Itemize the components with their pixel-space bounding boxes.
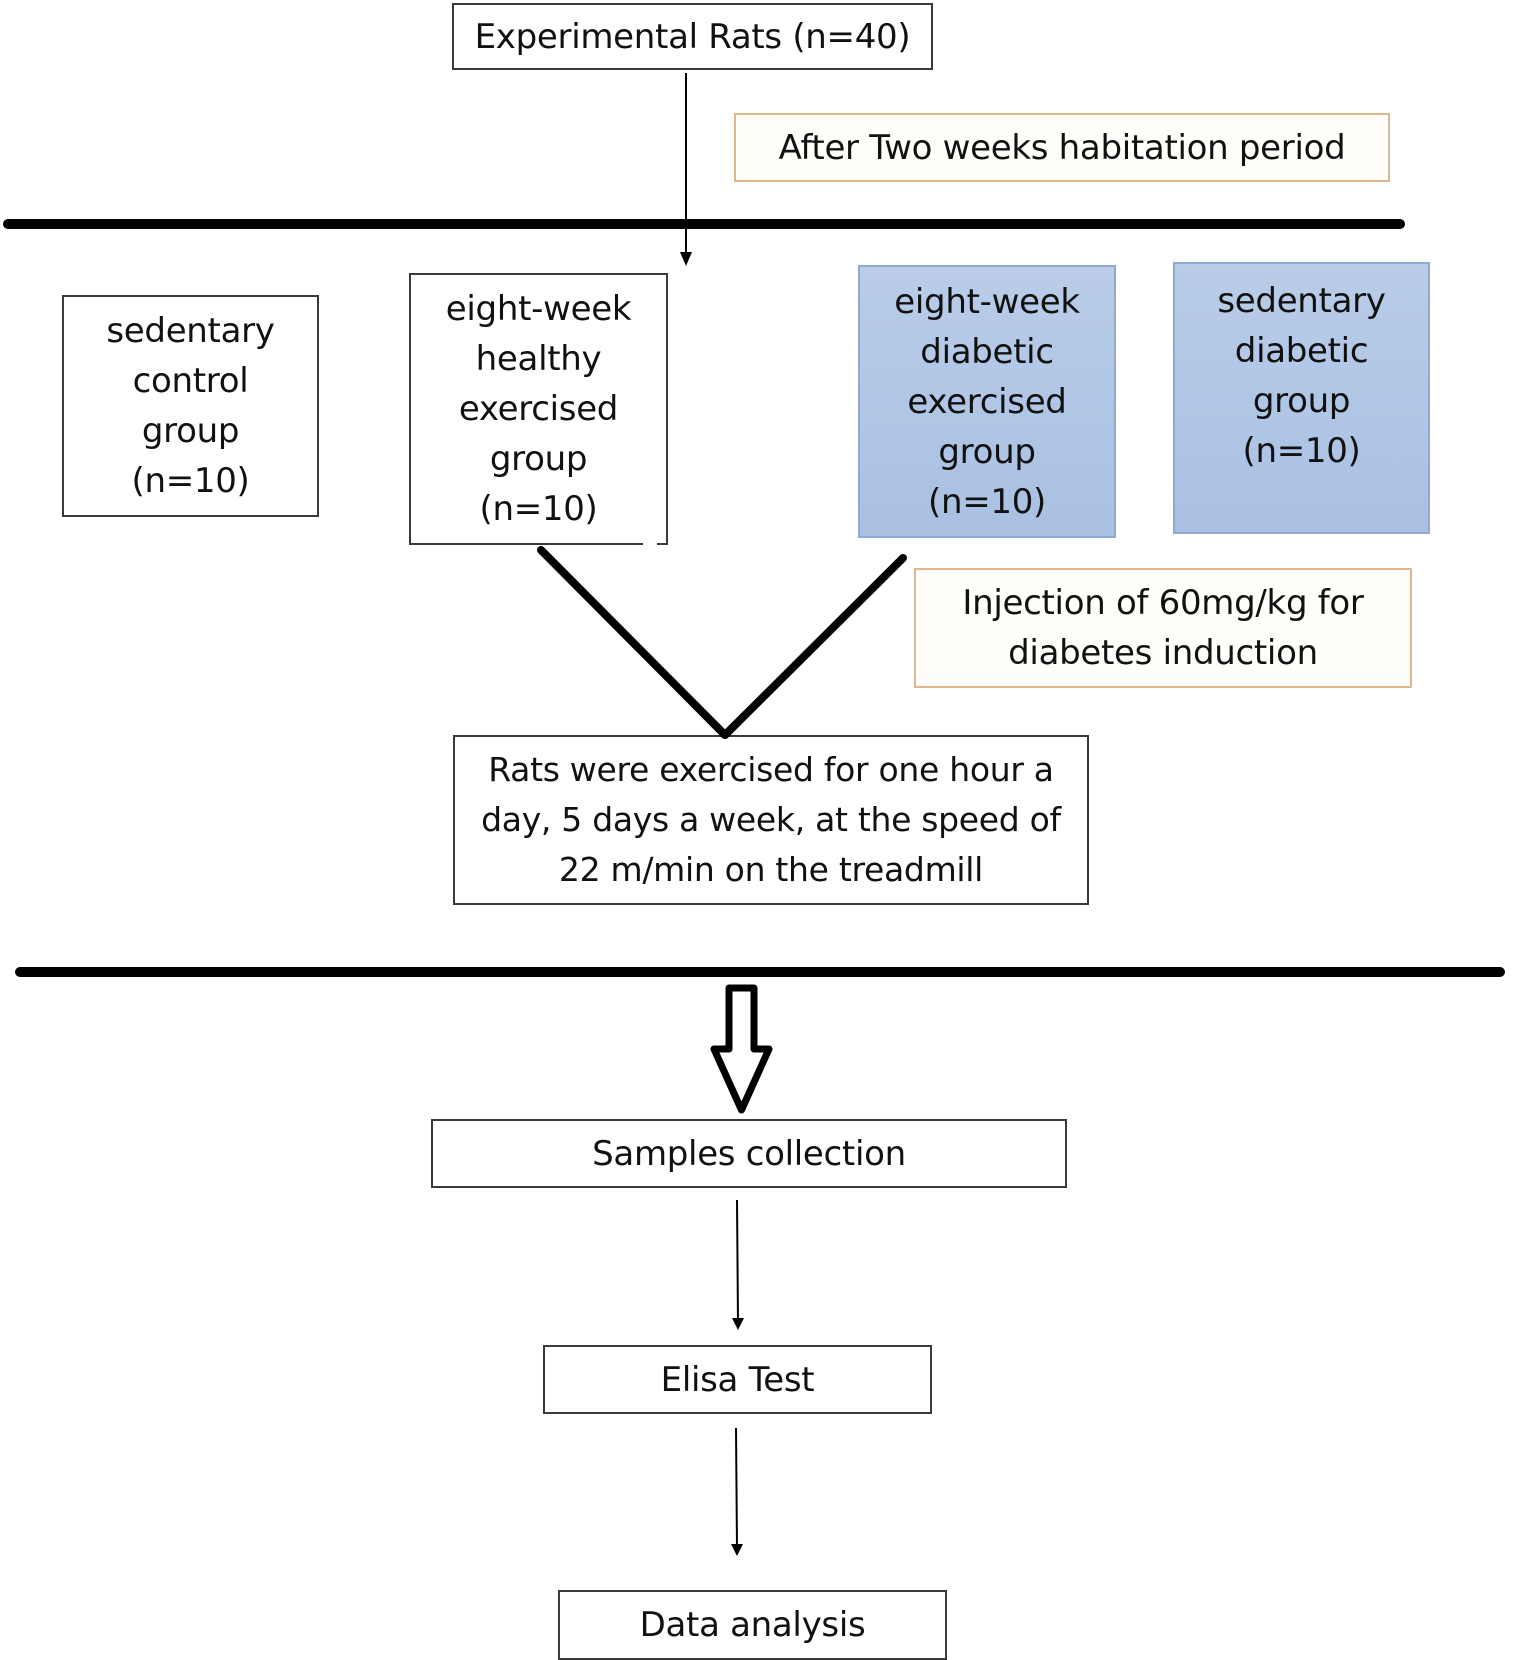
group-box-healthy-exercised: eight-week healthy exercised group (n=10… bbox=[409, 273, 668, 545]
group-label-diabetic-exercised: eight-week diabetic exercised group (n=1… bbox=[894, 281, 1080, 522]
arrowhead-icon bbox=[680, 252, 692, 266]
habituation-note-label: After Two weeks habitation period bbox=[778, 127, 1346, 168]
experimental-rats-label: Experimental Rats (n=40) bbox=[474, 16, 911, 57]
step-label-elisa-test: Elisa Test bbox=[660, 1359, 815, 1400]
step-box-elisa-test: Elisa Test bbox=[543, 1345, 932, 1414]
arrow-top-to-groups bbox=[680, 73, 692, 266]
habituation-note-box: After Two weeks habitation period bbox=[734, 113, 1390, 182]
arrow-elisa-to-data bbox=[731, 1427, 743, 1556]
step-box-samples-collection: Samples collection bbox=[431, 1119, 1067, 1188]
group-box-diabetic-exercised: eight-week diabetic exercised group (n=1… bbox=[858, 265, 1116, 538]
injection-note-label: Injection of 60mg/kg for diabetes induct… bbox=[962, 583, 1364, 673]
arrowhead-icon bbox=[731, 1544, 743, 1556]
group-box-sedentary-control: sedentary control group (n=10) bbox=[62, 295, 319, 517]
exercise-protocol-label: Rats were exercised for one hour a day, … bbox=[481, 750, 1061, 889]
group-label-healthy-exercised: eight-week healthy exercised group (n=10… bbox=[445, 289, 632, 529]
experimental-rats-box: Experimental Rats (n=40) bbox=[452, 3, 933, 70]
v-connector bbox=[537, 546, 907, 739]
exercise-protocol-box: Rats were exercised for one hour a day, … bbox=[453, 735, 1089, 905]
arrowhead-icon bbox=[732, 1318, 744, 1330]
border-gap bbox=[643, 542, 657, 546]
injection-note-box: Injection of 60mg/kg for diabetes induct… bbox=[914, 568, 1412, 688]
step-label-samples-collection: Samples collection bbox=[592, 1133, 906, 1174]
arrow-samples-to-elisa bbox=[732, 1199, 744, 1330]
step-label-data-analysis: Data analysis bbox=[639, 1605, 866, 1645]
block-down-arrow-icon bbox=[710, 984, 773, 1114]
group-box-sedentary-diabetic: sedentary diabetic group (n=10) bbox=[1173, 262, 1430, 534]
step-box-data-analysis: Data analysis bbox=[558, 1590, 947, 1660]
group-label-sedentary-diabetic: sedentary diabetic group (n=10) bbox=[1217, 281, 1386, 471]
group-label-sedentary-control: sedentary control group (n=10) bbox=[106, 311, 275, 501]
